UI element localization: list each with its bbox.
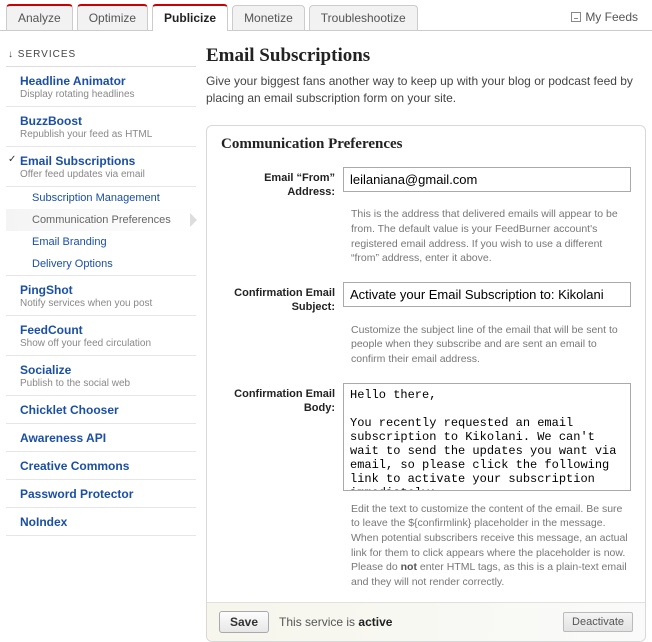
sidebar-item-title: Creative Commons bbox=[20, 459, 190, 473]
sidebar-item-desc: Notify services when you post bbox=[20, 298, 190, 309]
page-desc: Give your biggest fans another way to ke… bbox=[206, 73, 646, 107]
home-icon bbox=[571, 12, 581, 22]
service-status: This service is active bbox=[279, 615, 392, 629]
content: Email Subscriptions Give your biggest fa… bbox=[206, 45, 646, 642]
sidebar-item-desc: Offer feed updates via email bbox=[20, 169, 190, 180]
sidebar-item-feedcount[interactable]: FeedCount Show off your feed circulation bbox=[6, 316, 196, 356]
tab-publicize[interactable]: Publicize bbox=[152, 4, 228, 31]
sidebar-item-title: BuzzBoost bbox=[20, 114, 190, 128]
sidebar-item-desc: Republish your feed as HTML bbox=[20, 129, 190, 140]
my-feeds-label: My Feeds bbox=[585, 10, 638, 24]
sidebar-item-chicklet-chooser[interactable]: Chicklet Chooser bbox=[6, 396, 196, 424]
body-help: Edit the text to customize the content o… bbox=[207, 498, 645, 602]
body-label: Confirmation Email Body: bbox=[221, 383, 343, 494]
sidebar-item-password-protector[interactable]: Password Protector bbox=[6, 480, 196, 508]
sidebar-item-title: Chicklet Chooser bbox=[20, 403, 190, 417]
save-button[interactable]: Save bbox=[219, 611, 269, 633]
from-address-input[interactable] bbox=[343, 167, 631, 192]
sidebar-item-title: Password Protector bbox=[20, 487, 190, 501]
sidebar-item-title: Socialize bbox=[20, 363, 190, 377]
panel-title: Communication Preferences bbox=[207, 126, 645, 163]
sidebar-item-desc: Publish to the social web bbox=[20, 378, 190, 389]
sidebar-item-pingshot[interactable]: PingShot Notify services when you post bbox=[6, 275, 196, 316]
sidebar-item-headline-animator[interactable]: Headline Animator Display rotating headl… bbox=[6, 67, 196, 107]
sidebar-item-noindex[interactable]: NoIndex bbox=[6, 508, 196, 536]
sidebar-item-desc: Show off your feed circulation bbox=[20, 338, 190, 349]
status-bold: active bbox=[358, 615, 392, 629]
body-help-bold: not bbox=[401, 561, 417, 573]
panel-footer: Save This service is active Deactivate bbox=[207, 602, 645, 641]
sidebar-item-buzzboost[interactable]: BuzzBoost Republish your feed as HTML bbox=[6, 107, 196, 147]
sidebar-item-creative-commons[interactable]: Creative Commons bbox=[6, 452, 196, 480]
services-header: ↓ SERVICES bbox=[6, 45, 196, 67]
sidebar-item-title: Email Subscriptions bbox=[20, 154, 190, 168]
sidebar-item-title: Awareness API bbox=[20, 431, 190, 445]
sidebar-sub-email-branding[interactable]: Email Branding bbox=[6, 231, 196, 253]
my-feeds-link[interactable]: My Feeds bbox=[563, 4, 646, 30]
subject-help: Customize the subject line of the email … bbox=[207, 319, 645, 379]
sidebar-item-title: FeedCount bbox=[20, 323, 190, 337]
sidebar-item-title: PingShot bbox=[20, 283, 190, 297]
sidebar-item-desc: Display rotating headlines bbox=[20, 89, 190, 100]
tab-monetize[interactable]: Monetize bbox=[232, 5, 305, 30]
sidebar-sub-subscription-management[interactable]: Subscription Management bbox=[6, 187, 196, 209]
prefs-panel: Communication Preferences Email “From” A… bbox=[206, 125, 646, 642]
page-title: Email Subscriptions bbox=[206, 45, 646, 67]
status-text-1: This service is bbox=[279, 615, 358, 629]
tab-analyze[interactable]: Analyze bbox=[6, 4, 73, 30]
sidebar-sub-delivery-options[interactable]: Delivery Options bbox=[6, 253, 196, 275]
tab-troubleshootize[interactable]: Troubleshootize bbox=[309, 5, 418, 30]
sidebar-sub-communication-preferences[interactable]: Communication Preferences bbox=[6, 209, 196, 231]
confirmation-subject-input[interactable] bbox=[343, 282, 631, 307]
subject-label: Confirmation Email Subject: bbox=[221, 282, 343, 315]
sidebar-item-socialize[interactable]: Socialize Publish to the social web bbox=[6, 356, 196, 396]
tab-bar: Analyze Optimize Publicize Monetize Trou… bbox=[0, 0, 652, 31]
sidebar-item-awareness-api[interactable]: Awareness API bbox=[6, 424, 196, 452]
confirmation-body-textarea[interactable] bbox=[343, 383, 631, 491]
tab-optimize[interactable]: Optimize bbox=[77, 4, 148, 30]
sidebar: ↓ SERVICES Headline Animator Display rot… bbox=[6, 45, 206, 642]
from-label: Email “From” Address: bbox=[221, 167, 343, 200]
sidebar-item-title: NoIndex bbox=[20, 515, 190, 529]
from-help: This is the address that delivered email… bbox=[207, 203, 645, 278]
sidebar-item-email-subscriptions[interactable]: Email Subscriptions Offer feed updates v… bbox=[6, 147, 196, 187]
sidebar-item-title: Headline Animator bbox=[20, 74, 190, 88]
deactivate-button[interactable]: Deactivate bbox=[563, 612, 633, 632]
